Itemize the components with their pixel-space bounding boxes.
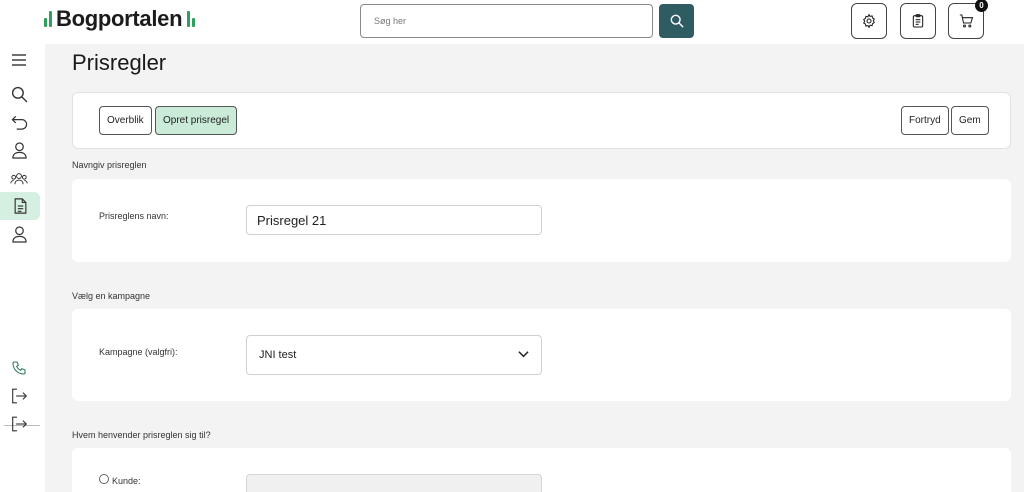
gear-icon (863, 13, 875, 29)
section-heading-name: Navngiv prisreglen (72, 160, 147, 170)
document-icon (14, 198, 26, 214)
cart-count-badge: 0 (975, 0, 988, 12)
search-input[interactable] (360, 4, 653, 38)
sidebar-item-contact[interactable] (7, 356, 31, 380)
search-button[interactable] (659, 4, 694, 38)
sidebar-item-returns[interactable] (7, 110, 31, 134)
campaign-select-value: JNI test (259, 349, 297, 361)
sidebar-item-price-rules[interactable] (0, 192, 40, 220)
sidebar-item-profile[interactable] (7, 222, 31, 246)
save-button[interactable]: Gem (951, 106, 989, 135)
toolbar-card: Overblik Opret prisregel Fortryd Gem (72, 92, 1011, 149)
campaign-field-label: Kampagne (valgfri): (99, 347, 178, 357)
sidebar (0, 44, 45, 492)
section-heading-audience: Hvem henvender prisreglen sig til? (72, 430, 211, 440)
sidebar-item-logout-all[interactable] (7, 412, 31, 436)
cart-button[interactable]: 0 (948, 0, 988, 39)
cart-icon (959, 14, 973, 28)
phone-icon (12, 361, 26, 375)
sidebar-item-menu[interactable] (7, 48, 31, 72)
orders-button[interactable] (900, 3, 936, 39)
name-field-label: Prisreglens navn: (99, 211, 169, 221)
clipboard-icon (912, 14, 924, 28)
overview-button[interactable]: Overblik (99, 106, 152, 135)
customer-input[interactable] (246, 474, 542, 492)
logo-text: Bogportalen (56, 6, 183, 31)
sidebar-item-search[interactable] (7, 82, 31, 106)
settings-button[interactable] (851, 3, 887, 39)
logout-icon (11, 388, 27, 404)
campaign-select[interactable]: JNI test (246, 335, 542, 375)
logo-mark-right (187, 11, 196, 27)
top-bar: Bogportalen 0 (0, 0, 1024, 44)
sidebar-item-customers[interactable] (7, 166, 31, 190)
users-icon (10, 172, 28, 184)
menu-icon (12, 54, 26, 66)
logo[interactable]: Bogportalen (44, 6, 196, 32)
logout-icon (11, 416, 27, 432)
section-heading-campaign: Vælg en kampagne (72, 291, 151, 301)
chevron-down-icon (518, 351, 529, 358)
search-icon (670, 14, 684, 28)
user-icon (11, 141, 27, 159)
create-price-rule-button[interactable]: Opret prisregel (155, 106, 238, 135)
sidebar-item-account[interactable] (7, 138, 31, 162)
logo-mark-left (44, 11, 52, 27)
cancel-button[interactable]: Fortryd (901, 106, 949, 135)
undo-icon (11, 115, 27, 130)
customer-option-label: Kunde: (112, 476, 141, 486)
price-rule-name-input[interactable] (246, 205, 542, 235)
page-title: Prisregler (72, 50, 167, 75)
customer-radio[interactable] (99, 474, 109, 484)
sidebar-item-logout[interactable] (7, 384, 31, 408)
user-icon (11, 225, 27, 243)
search-icon (11, 86, 27, 102)
